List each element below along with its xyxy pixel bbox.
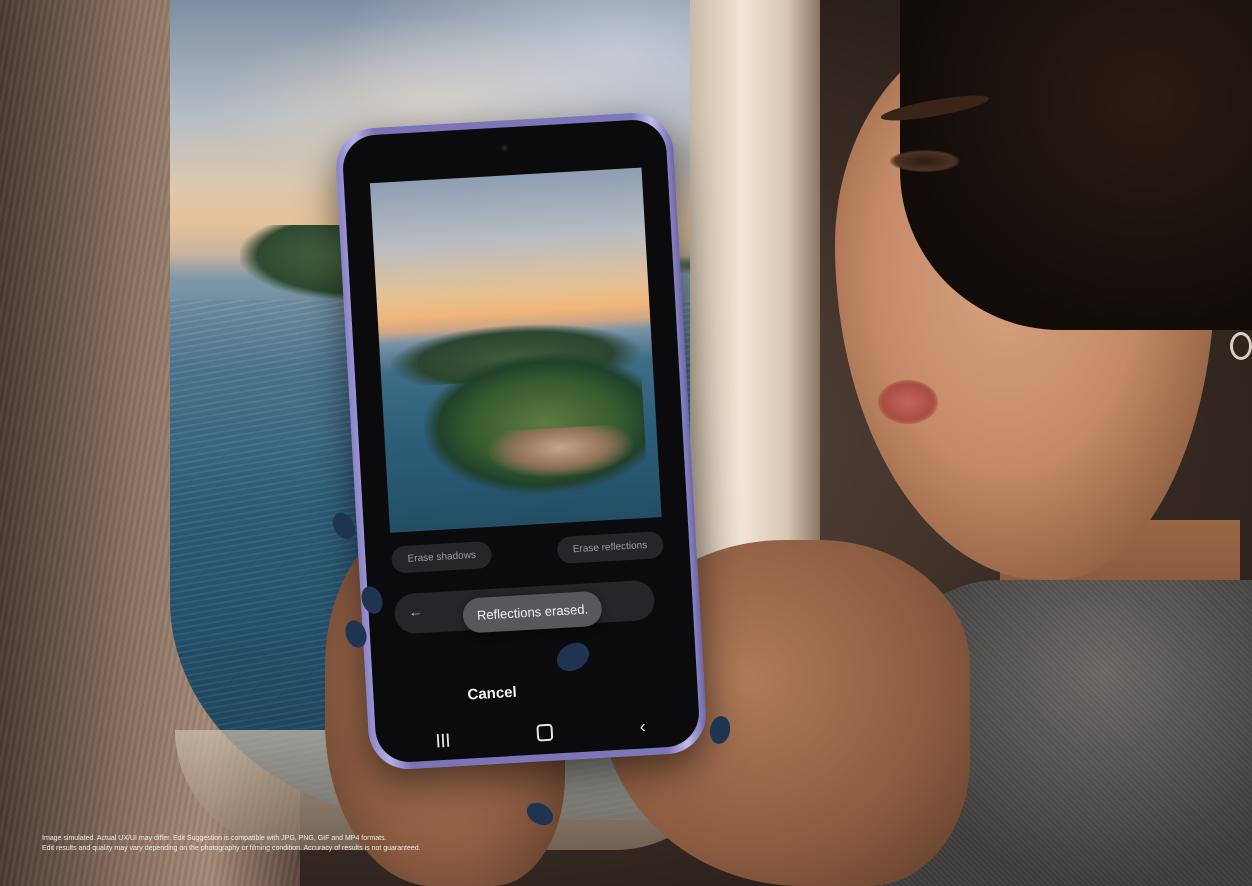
edit-suggestion-chips: Erase shadows Erase reflections: [390, 531, 664, 574]
undo-arrow-icon[interactable]: ←: [408, 603, 423, 620]
disclaimer-line-2: Edit results and quality may vary depend…: [42, 845, 421, 852]
window-frame: [690, 0, 820, 600]
erase-reflections-button[interactable]: Erase reflections: [556, 531, 664, 565]
erase-shadows-button[interactable]: Erase shadows: [390, 540, 493, 574]
back-icon[interactable]: ‹: [639, 716, 646, 737]
disclaimer-line-1: Image simulated. Actual UX/UI may differ…: [42, 835, 387, 842]
home-icon[interactable]: [536, 723, 554, 742]
earring: [1230, 332, 1252, 360]
edited-photo: [369, 167, 662, 533]
woman-eye: [890, 150, 960, 172]
woman-lips: [878, 380, 938, 424]
navigation-bar: ||| ‹: [435, 716, 647, 749]
smartphone: Erase shadows Erase reflections ← Reflec…: [333, 110, 709, 772]
toast-message: Reflections erased.: [461, 590, 604, 634]
photo-rocks: [484, 423, 638, 483]
phone-screen: Erase shadows Erase reflections ← Reflec…: [341, 118, 701, 764]
front-camera: [499, 143, 510, 153]
airplane-scene: Erase shadows Erase reflections ← Reflec…: [0, 0, 1252, 886]
legal-disclaimer: Image simulated. Actual UX/UI may differ…: [42, 834, 421, 854]
cancel-button[interactable]: Cancel: [467, 684, 517, 704]
recent-apps-icon[interactable]: |||: [436, 730, 452, 747]
